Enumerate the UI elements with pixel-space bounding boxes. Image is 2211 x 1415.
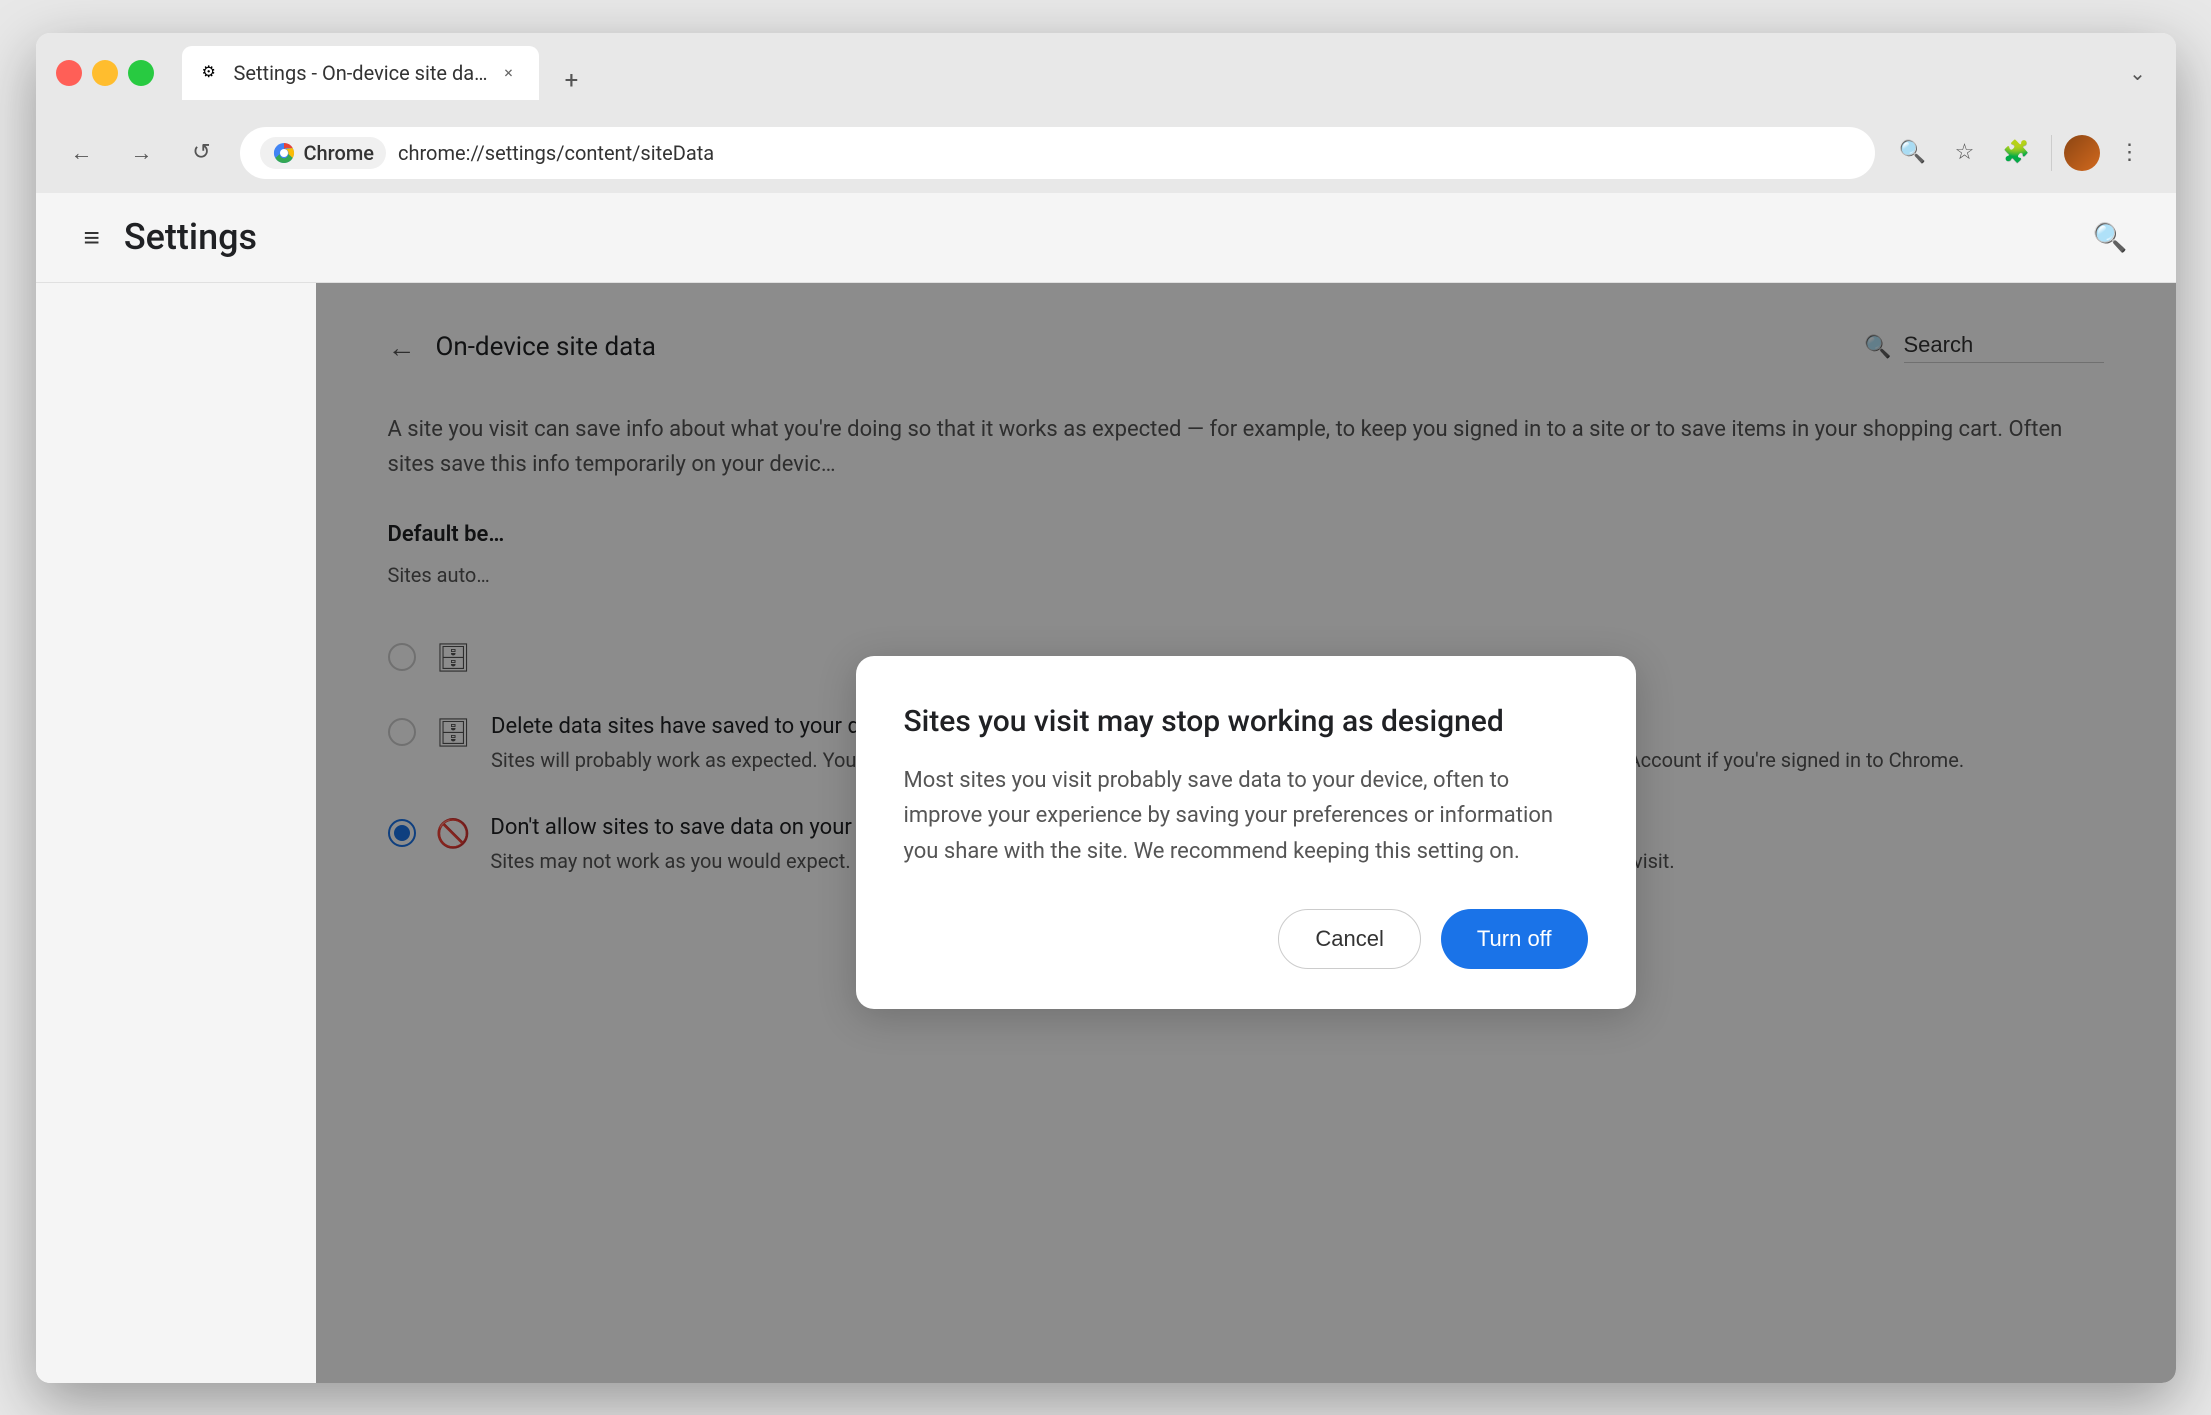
dialog-actions: Cancel Turn off [904, 909, 1588, 969]
dialog-overlay: Sites you visit may stop working as desi… [316, 283, 2176, 1383]
extensions-button[interactable]: 🧩 [1995, 131, 2039, 175]
sidebar-menu-button[interactable]: ≡ [84, 221, 100, 254]
window-control-button[interactable]: ⌄ [2120, 55, 2156, 91]
active-tab[interactable]: ⚙ Settings - On-device site da… × [182, 46, 540, 100]
address-bar[interactable]: Chrome chrome://settings/content/siteDat… [240, 127, 1875, 179]
toolbar-divider [2051, 135, 2052, 171]
profile-avatar[interactable] [2064, 135, 2100, 171]
new-tab-button[interactable]: + [551, 60, 591, 100]
minimize-window-button[interactable] [92, 60, 118, 86]
toolbar-icons: 🔍 ☆ 🧩 ⋮ [1891, 131, 2152, 175]
tab-close-button[interactable]: × [497, 62, 519, 84]
tab-title: Settings - On-device site da… [234, 61, 488, 85]
reload-button[interactable]: ↺ [180, 131, 224, 175]
turn-off-button[interactable]: Turn off [1441, 909, 1588, 969]
chrome-icon [272, 141, 296, 165]
settings-header: ≡ Settings 🔍 [36, 193, 2176, 283]
chrome-label: Chrome [304, 141, 374, 165]
close-window-button[interactable] [56, 60, 82, 86]
tab-favicon-icon: ⚙ [202, 62, 224, 84]
dialog-body: Most sites you visit probably save data … [904, 763, 1588, 869]
chrome-badge: Chrome [260, 137, 386, 169]
page-content: ← On-device site data 🔍 A site you visit… [316, 283, 2176, 1383]
back-button[interactable]: ← [60, 131, 104, 175]
traffic-lights [56, 60, 154, 86]
maximize-window-button[interactable] [128, 60, 154, 86]
zoom-button[interactable]: 🔍 [1891, 131, 1935, 175]
settings-title: Settings [124, 216, 257, 258]
title-bar: ⚙ Settings - On-device site da… × + ⌄ [36, 33, 2176, 113]
bookmark-button[interactable]: ☆ [1943, 131, 1987, 175]
settings-sidebar [36, 283, 316, 1383]
content-area: ≡ Settings 🔍 ← On-device site data 🔍 [36, 193, 2176, 1383]
settings-search-button[interactable]: 🔍 [2093, 221, 2128, 254]
browser-window: ⚙ Settings - On-device site da… × + ⌄ ← … [36, 33, 2176, 1383]
confirmation-dialog: Sites you visit may stop working as desi… [856, 656, 1636, 1009]
dialog-title: Sites you visit may stop working as desi… [904, 704, 1588, 739]
main-layout: ← On-device site data 🔍 A site you visit… [36, 283, 2176, 1383]
forward-button[interactable]: → [120, 131, 164, 175]
url-text: chrome://settings/content/siteData [398, 141, 1855, 165]
chrome-menu-button[interactable]: ⋮ [2108, 131, 2152, 175]
cancel-button[interactable]: Cancel [1278, 909, 1420, 969]
toolbar: ← → ↺ Chrome chrome://settings/content/s… [36, 113, 2176, 193]
tab-area: ⚙ Settings - On-device site da… × + [166, 46, 2108, 100]
